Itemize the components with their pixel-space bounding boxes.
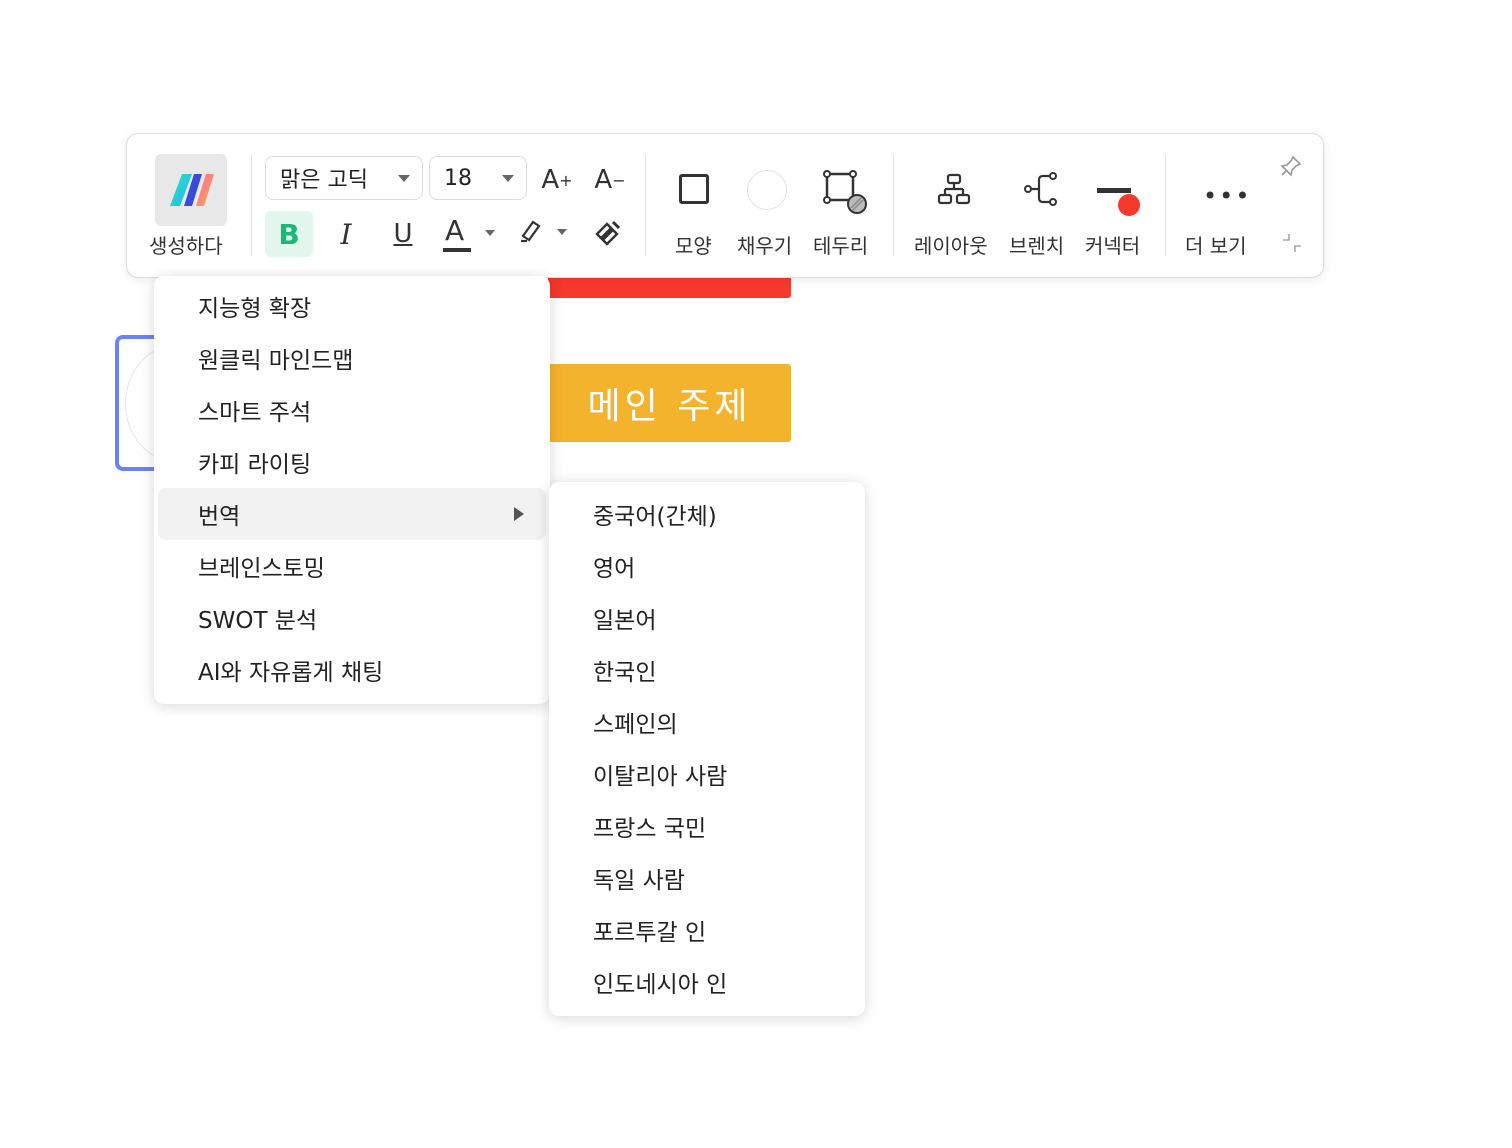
font-decrease-label: A [594,165,613,195]
chevron-down-icon [502,175,514,182]
generate-label: 생성하다 [149,234,223,258]
fill-button[interactable]: 채우기 [735,154,803,264]
language-item-portuguese[interactable]: 포르투갈 인 [553,904,861,956]
divider [251,154,252,256]
shape-button[interactable]: 모양 [665,154,725,264]
language-item-italian[interactable]: 이탈리아 사람 [553,748,861,800]
italic-button[interactable]: I [325,211,367,257]
ai-logo-icon [170,174,214,206]
menu-item-label: 프랑스 국민 [593,816,707,842]
fill-label: 채우기 [737,234,793,258]
underline-button[interactable]: U [382,211,424,257]
menu-item-smart-expand[interactable]: 지능형 확장 [158,280,546,332]
divider [893,154,894,256]
ai-generate-button[interactable] [155,154,227,226]
collapse-icon [1283,234,1301,252]
main-topic-node[interactable]: 메인 주제 [548,364,791,442]
font-color-label: A [445,214,465,247]
format-painter-button[interactable] [593,218,625,250]
chevron-down-icon [557,229,567,235]
menu-item-label: 스마트 주석 [198,400,312,426]
menu-item-label: 일본어 [593,608,657,634]
highlighter-icon [521,220,541,243]
submenu-arrow-icon [514,507,524,521]
menu-item-label: 중국어(간체) [593,504,717,530]
square-icon [679,174,709,204]
menu-item-label: 원클릭 마인드맵 [198,348,354,374]
chevron-down-icon [398,175,410,182]
connector-button[interactable]: 커넥터 [1083,154,1155,264]
menu-item-label: 이탈리아 사람 [593,764,728,790]
branch-label: 브렌치 [1009,234,1065,258]
more-button[interactable]: ••• 더 보기 [1181,154,1261,264]
font-decrease-button[interactable]: A − [590,160,630,200]
font-color-swatch [443,248,471,252]
menu-item-label: SWOT 분석 [198,608,318,634]
connector-line-icon [1097,188,1131,193]
minus-icon: − [612,170,626,190]
language-item-spanish[interactable]: 스페인의 [553,696,861,748]
layout-label: 레이아웃 [914,234,988,258]
connector-label: 커넥터 [1085,234,1141,258]
chevron-down-icon [485,230,495,236]
layout-button[interactable]: 레이아웃 [911,154,1001,264]
font-color-button[interactable]: A [441,214,501,256]
pin-button[interactable] [1279,154,1307,182]
menu-item-label: 브레인스토밍 [198,556,325,582]
border-icon [823,170,867,214]
menu-item-ai-chat[interactable]: AI와 자유롭게 채팅 [158,644,546,696]
more-dots-icon: ••• [1203,182,1252,210]
shape-label: 모양 [675,234,712,258]
branch-button[interactable]: 브렌치 [1007,154,1079,264]
menu-item-copywriting[interactable]: 카피 라이팅 [158,436,546,488]
collapse-button[interactable] [1281,232,1305,256]
border-label: 테두리 [813,234,869,258]
menu-item-brainstorming[interactable]: 브레인스토밍 [158,540,546,592]
branch-icon [1024,172,1057,206]
menu-item-smart-annotation[interactable]: 스마트 주석 [158,384,546,436]
menu-item-label: 인도네시아 인 [593,972,728,998]
menu-item-label: 독일 사람 [593,868,685,894]
menu-item-label: 포르투갈 인 [593,920,707,946]
font-family-select[interactable]: 맑은 고딕 [265,156,423,200]
language-item-japanese[interactable]: 일본어 [553,592,861,644]
ai-menu: 지능형 확장 원클릭 마인드맵 스마트 주석 카피 라이팅 번역 브레인스토밍 … [154,276,550,704]
pin-icon [1280,155,1302,177]
more-label: 더 보기 [1185,234,1247,258]
menu-item-label: AI와 자유롭게 채팅 [198,660,384,686]
divider [1165,154,1166,256]
connector-color-dot [1118,194,1140,216]
menu-item-swot[interactable]: SWOT 분석 [158,592,546,644]
menu-item-one-click-mindmap[interactable]: 원클릭 마인드맵 [158,332,546,384]
format-painter-icon [595,220,621,246]
divider [645,154,646,256]
language-item-french[interactable]: 프랑스 국민 [553,800,861,852]
menu-item-label: 카피 라이팅 [198,452,312,478]
language-item-chinese-simplified[interactable]: 중국어(간체) [553,488,861,540]
language-item-english[interactable]: 영어 [553,540,861,592]
translate-submenu: 중국어(간체) 영어 일본어 한국인 스페인의 이탈리아 사람 프랑스 국민 독… [549,482,865,1016]
menu-item-label: 번역 [198,504,241,530]
plus-icon: + [559,170,573,190]
language-item-indonesian[interactable]: 인도네시아 인 [553,956,861,1008]
floating-toolbar: 생성하다 맑은 고딕 18 A + A − B I U A 모양 채우기 테두리… [126,133,1324,278]
language-item-korean[interactable]: 한국인 [553,644,861,696]
menu-item-label: 영어 [593,556,636,582]
layout-icon [937,173,971,205]
menu-item-label: 스페인의 [593,712,678,738]
menu-item-translate[interactable]: 번역 [158,488,546,540]
font-size-value: 18 [444,165,472,191]
font-family-value: 맑은 고딕 [280,168,368,193]
font-increase-label: A [541,165,560,195]
highlight-button[interactable] [517,216,573,252]
font-increase-button[interactable]: A + [537,160,577,200]
bold-button[interactable]: B [265,211,313,257]
menu-item-label: 한국인 [593,660,657,686]
font-size-select[interactable]: 18 [429,156,527,200]
language-item-german[interactable]: 독일 사람 [553,852,861,904]
menu-item-label: 지능형 확장 [198,296,312,322]
border-button[interactable]: 테두리 [811,154,879,264]
fill-color-swatch [747,170,787,210]
